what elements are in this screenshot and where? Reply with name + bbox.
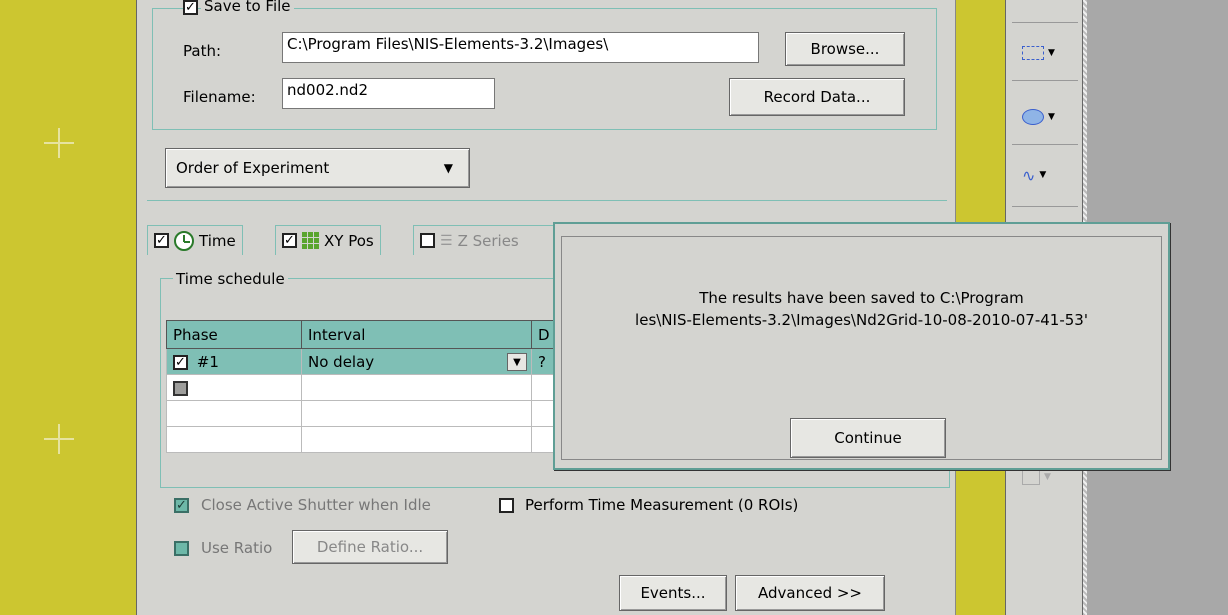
path-label: Path: (183, 42, 222, 60)
results-saved-dialog: The results have been saved to C:\Progra… (553, 222, 1170, 470)
chevron-down-icon: ▼ (1044, 472, 1051, 482)
toolbar-divider (1012, 206, 1078, 207)
tab-time-label: Time (199, 231, 236, 250)
tab-z-series-checkbox[interactable] (420, 233, 435, 248)
close-shutter-checkbox[interactable] (174, 498, 189, 513)
grid-icon (302, 232, 319, 249)
use-ratio-checkbox[interactable] (174, 541, 189, 556)
tab-z-series[interactable]: ☰ Z Series (413, 225, 563, 255)
tab-time[interactable]: Time (147, 225, 243, 255)
tab-z-series-label: Z Series (457, 231, 519, 250)
filename-label: Filename: (183, 88, 256, 106)
tab-xy-pos[interactable]: XY Pos (275, 225, 381, 255)
freehand-selection-tool[interactable]: ▼ (1014, 102, 1076, 132)
perform-time-checkbox[interactable] (499, 498, 514, 513)
rect-selection-tool[interactable]: ▼ (1014, 38, 1076, 68)
phase-cell[interactable] (166, 374, 302, 401)
tab-time-checkbox[interactable] (154, 233, 169, 248)
blob-selection-icon (1022, 109, 1044, 125)
toolbar-divider (1012, 144, 1078, 145)
phase-checkbox[interactable] (173, 380, 188, 396)
advanced-button[interactable]: Advanced >> (735, 575, 885, 611)
continue-button[interactable]: Continue (790, 418, 946, 458)
save-to-file-checkbox[interactable] (183, 0, 198, 15)
chevron-down-icon: ▼ (1048, 48, 1055, 58)
toolbar-divider (1012, 80, 1078, 81)
define-ratio-button[interactable]: Define Ratio... (292, 530, 448, 564)
browse-button[interactable]: Browse... (785, 32, 905, 66)
tab-xy-pos-checkbox[interactable] (282, 233, 297, 248)
dialog-message-line-1: The results have been saved to C:\Progra… (699, 289, 1024, 307)
chevron-down-icon: ▼ (1039, 170, 1047, 180)
dialog-message-line-2: les\NIS-Elements-3.2\Images\Nd2Grid-10-0… (635, 311, 1088, 329)
chevron-down-icon: ▼ (1048, 112, 1055, 122)
interval-cell[interactable] (301, 374, 532, 401)
path-input[interactable]: C:\Program Files\NIS-Elements-3.2\Images… (282, 32, 759, 63)
column-header-interval[interactable]: Interval (301, 320, 532, 349)
interval-value: No delay (308, 352, 375, 371)
tab-xy-pos-label: XY Pos (324, 231, 374, 250)
canvas-crosshair (44, 128, 74, 158)
waveform-icon: ∿ (1022, 165, 1036, 185)
phase-value: #1 (196, 352, 219, 371)
record-data-button[interactable]: Record Data... (729, 78, 905, 116)
save-to-file-legend: Save to File (201, 0, 294, 15)
phase-cell[interactable]: #1 (166, 348, 302, 375)
chevron-down-icon: ▼ (443, 161, 453, 175)
clock-icon (174, 230, 194, 251)
chevron-down-icon[interactable]: ▼ (507, 353, 527, 371)
dialog-message: The results have been saved to C:\Progra… (562, 287, 1161, 331)
dialog-content-frame: The results have been saved to C:\Progra… (561, 236, 1162, 460)
close-shutter-label: Close Active Shutter when Idle (201, 496, 431, 514)
panel-divider (147, 200, 947, 201)
events-button[interactable]: Events... (619, 575, 727, 611)
filename-input[interactable]: nd002.nd2 (282, 78, 495, 109)
order-of-experiment-dropdown[interactable]: Order of Experiment ▼ (165, 148, 470, 188)
square-icon (1022, 469, 1040, 485)
perform-time-label: Perform Time Measurement (0 ROIs) (525, 496, 799, 514)
profile-tool[interactable]: ∿ ▼ (1014, 160, 1076, 190)
use-ratio-label: Use Ratio (201, 539, 273, 557)
canvas-crosshair (44, 424, 74, 454)
toolbar-divider (1012, 22, 1078, 23)
order-of-experiment-value: Order of Experiment (176, 159, 330, 177)
column-header-phase[interactable]: Phase (166, 320, 302, 349)
z-stack-icon: ☰ (440, 232, 453, 249)
rect-selection-icon (1022, 46, 1044, 60)
phase-checkbox[interactable] (173, 354, 188, 370)
interval-cell[interactable]: No delay ▼ (301, 348, 532, 375)
time-schedule-legend: Time schedule (173, 270, 288, 288)
